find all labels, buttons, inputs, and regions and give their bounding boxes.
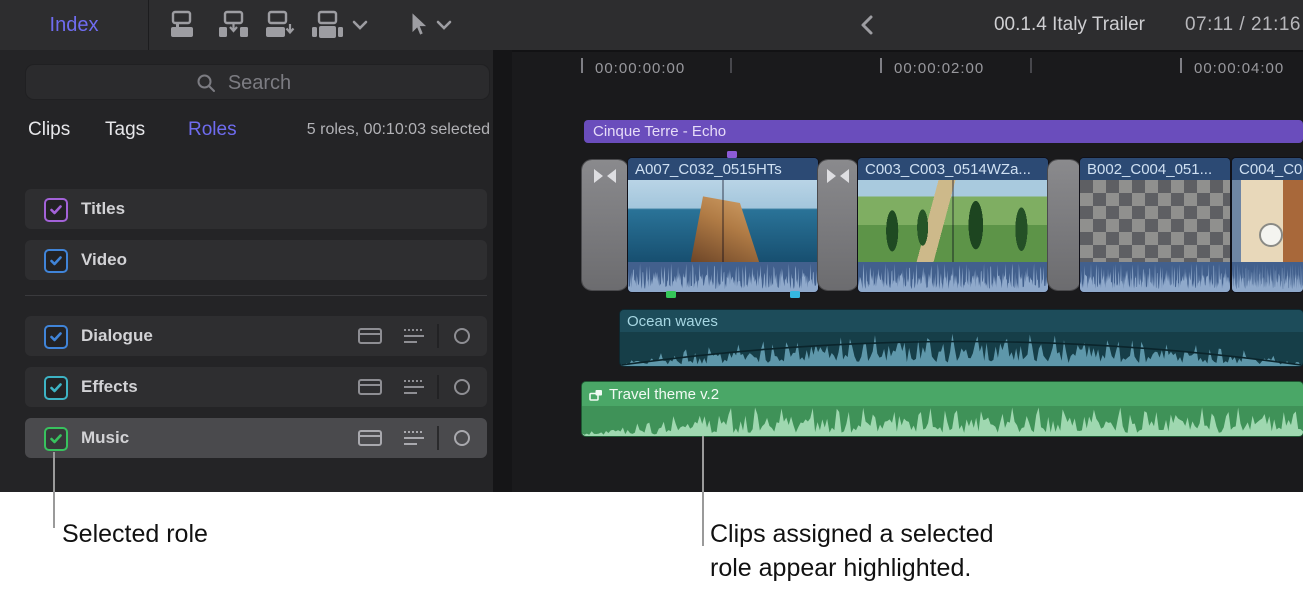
search-field [25,64,490,100]
green-keyword-marker[interactable] [666,291,676,298]
solo-role-icon[interactable] [449,429,475,447]
show-audio-lanes-icon[interactable] [357,327,383,345]
overwrite-clip-icon[interactable] [310,10,346,40]
toolbar: Index 00. [0,0,1303,52]
solo-role-icon[interactable] [449,327,475,345]
search-input[interactable] [26,65,493,101]
callout-text-selected-role: Selected role [62,517,208,551]
clip-name: Ocean waves [620,310,1303,332]
video-clip-c004[interactable]: C004_C0... [1232,158,1303,292]
roles-group-divider [25,295,487,296]
ruler-tick-mid [730,58,732,73]
tab-tags[interactable]: Tags [105,112,145,148]
titles-checkbox[interactable] [44,198,68,222]
clip-audio-waveform [582,406,1303,436]
role-row-titles[interactable]: Titles [25,189,487,229]
screenshot-root: Index 00. [0,0,1303,591]
show-audio-lanes-icon[interactable] [357,429,383,447]
append-clip-icon[interactable] [263,10,299,40]
role-label-music: Music [81,418,129,458]
show-audio-lanes-icon[interactable] [357,378,383,396]
clip-audio-waveform [1080,262,1230,292]
video-clip-b002[interactable]: B002_C004_051... [1080,158,1230,292]
back-chevron-icon[interactable] [858,14,876,36]
time-display: 07:11 / 21:16 [1185,0,1301,50]
insert-clip-icon[interactable] [216,10,252,40]
tab-clips[interactable]: Clips [28,112,70,148]
role-label-video: Video [81,240,127,280]
callout-line-selected-role [53,452,55,528]
role-label-effects: Effects [81,367,138,407]
video-clip-a007[interactable]: A007_C032_0515HTs [628,158,818,292]
role-row-effects[interactable]: Effects [25,367,487,407]
icon-separator [437,426,439,450]
cross-dissolve-transition[interactable] [1048,160,1080,290]
role-label-dialogue: Dialogue [81,316,153,356]
chevron-down-icon[interactable] [352,18,368,30]
audio-focus-icon[interactable] [401,378,427,396]
icon-separator [437,324,439,348]
purple-marker[interactable] [727,151,737,158]
audio-focus-icon[interactable] [401,429,427,447]
clip-name: C004_C0... [1232,158,1303,180]
role-row-video[interactable]: Video [25,240,487,280]
audio-clip-ocean-waves[interactable]: Ocean waves [620,310,1303,366]
clip-thumbnail [1080,180,1230,262]
audio-clip-travel-theme[interactable]: Travel theme v.2 [582,382,1303,436]
clock-tower-graphic [1259,223,1283,247]
ruler-tick [1180,58,1182,73]
index-button[interactable]: Index [0,0,149,50]
tab-roles[interactable]: Roles [188,112,237,148]
clip-thumbnail [1232,180,1303,262]
clip-audio-waveform [628,262,818,292]
role-row-dialogue[interactable]: Dialogue [25,316,487,356]
connected-clip-icon [589,388,603,400]
callout-line-highlighted-clips [702,436,704,546]
tool-chevron-down-icon[interactable] [436,18,452,30]
clip-audio-waveform [620,332,1303,366]
cyan-keyword-marker[interactable] [790,291,800,298]
ruler-label: 00:00:02:00 [894,60,984,77]
video-checkbox[interactable] [44,249,68,273]
video-clip-c003[interactable]: C003_C003_0514WZa... [858,158,1048,292]
timeline-index-sidebar: Clips Tags Roles 5 roles, 00:10:03 selec… [0,50,493,492]
clip-name: A007_C032_0515HTs [628,158,818,180]
clip-name: Travel theme v.2 [582,382,1303,406]
callout-text-highlighted-clips: Clips assigned a selected role appear hi… [710,517,994,585]
clip-audio-waveform [1232,262,1303,292]
role-label-titles: Titles [81,189,125,229]
ruler-tick-mid [1030,58,1032,73]
ruler-label: 00:00:00:00 [595,60,685,77]
clip-audio-waveform [858,262,1048,292]
clip-thumbnail [858,180,1048,262]
audio-focus-icon[interactable] [401,327,427,345]
connect-clip-icon[interactable] [168,10,204,40]
storyline-title-bar[interactable]: Cinque Terre - Echo [584,120,1303,143]
clip-thumbnail [628,180,818,262]
final-cut-pro-window: Index 00. [0,0,1303,492]
roles-summary: 5 roles, 00:10:03 selected [307,112,490,148]
select-tool-arrow-icon[interactable] [404,10,430,40]
dialogue-checkbox[interactable] [44,325,68,349]
project-title: 00.1.4 Italy Trailer [930,0,1145,50]
music-checkbox[interactable] [44,427,68,451]
ruler-label: 00:00:04:00 [1194,60,1284,77]
solo-role-icon[interactable] [449,378,475,396]
index-tabs: Clips Tags Roles 5 roles, 00:10:03 selec… [0,112,493,148]
transition-bowtie-icon [593,168,617,184]
icon-separator [437,375,439,399]
role-row-music[interactable]: Music [25,418,487,458]
clip-name: C003_C003_0514WZa... [858,158,1048,180]
effects-checkbox[interactable] [44,376,68,400]
fade-envelope[interactable] [620,332,1303,366]
clip-name: B002_C004_051... [1080,158,1230,180]
panel-divider[interactable] [493,50,512,492]
ruler-tick [880,58,882,73]
cross-dissolve-transition[interactable] [818,160,858,290]
transition-bowtie-icon [826,168,850,184]
ruler-tick [581,58,583,73]
cross-dissolve-transition[interactable] [582,160,628,290]
